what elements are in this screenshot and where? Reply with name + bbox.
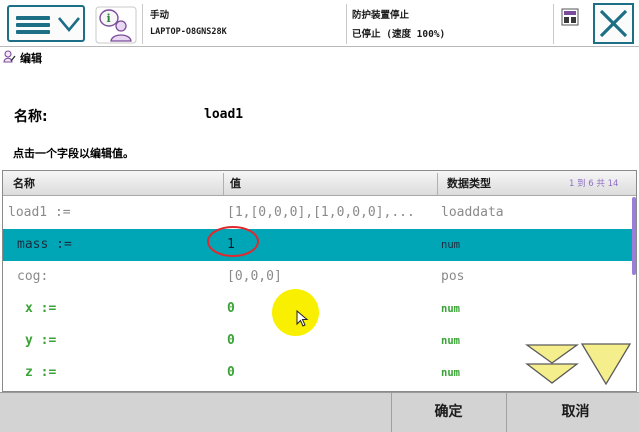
run-status[interactable]: 防护装置停止 已停止 (速度 100%) [350,0,550,47]
row-value-cell[interactable]: 0 [227,301,235,316]
operating-status[interactable]: 手动 LAPTOP-O8GNS28K [146,0,346,47]
system-status-icon[interactable] [561,8,579,26]
row-value-cell[interactable]: 0 [227,365,235,380]
instruction-text: 点击一个字段以编辑值。 [13,147,134,160]
user-info-icon[interactable]: i [94,5,138,45]
operating-mode: 手动 [150,10,170,21]
table-header: 名称 值 数据类型 1 到 6 共 14 [3,171,636,196]
column-header-value[interactable]: 值 [230,175,241,191]
row-name-cell: cog: [17,269,49,284]
highlight-circle [207,226,259,257]
row-type-cell: num [441,335,460,347]
ok-button[interactable]: 确定 [391,393,506,432]
controller-name: LAPTOP-O8GNS28K [150,27,227,37]
row-value-cell[interactable]: [0,0,0] [227,269,282,284]
row-name-cell: mass := [17,237,72,252]
column-header-name[interactable]: 名称 [13,175,35,191]
status-divider [346,4,347,44]
row-type-cell: pos [441,269,465,284]
chevron-down-icon [58,17,80,33]
edit-icon [3,50,16,63]
safety-status: 防护装置停止 [352,10,410,21]
column-separator [437,173,438,195]
row-value-cell[interactable]: [1,[0,0,0],[1,0,0,0],... [227,205,415,220]
column-header-type[interactable]: 数据类型 [447,175,491,191]
footer-bar: 确定 取消 [0,392,639,432]
scroll-down-icon[interactable] [524,342,580,386]
table-row[interactable]: x := 0 num [3,293,636,325]
scroll-to-bottom-icon[interactable] [579,341,633,387]
row-value-cell[interactable]: 0 [227,333,235,348]
scrollbar-thumb[interactable] [632,197,636,275]
column-separator [223,173,224,195]
variable-name: load1 [204,107,244,122]
footer-separator [506,393,507,432]
row-name-cell: y := [25,333,57,348]
row-name-cell: z := [25,365,57,380]
table-row[interactable]: mass := 1 num [3,229,636,261]
row-type-cell: num [441,367,460,379]
status-divider [142,4,143,44]
status-divider [553,4,554,44]
pager-info: 1 到 6 共 14 [569,179,619,189]
row-type-cell: num [441,303,460,315]
name-label: 名称: [14,109,48,125]
subheader-title: 编辑 [20,52,42,65]
run-state: 已停止 (速度 100%) [352,29,446,40]
close-button[interactable] [593,3,634,44]
top-bar: i 手动 LAPTOP-O8GNS28K 防护装置停止 已停止 (速度 100%… [0,0,639,47]
subheader: 编辑 [0,47,639,67]
row-type-cell: num [441,239,460,251]
close-icon [599,9,628,38]
row-type-cell: loaddata [441,205,504,220]
row-name-cell: x := [25,301,57,316]
cancel-button[interactable]: 取消 [518,393,633,432]
cursor-icon [296,310,309,327]
svg-text:i: i [107,12,111,25]
menu-icon [16,16,50,34]
row-name-cell: load1 := [8,205,71,220]
table-row[interactable]: cog: [0,0,0] pos [3,261,636,293]
table-row[interactable]: load1 := [1,[0,0,0],[1,0,0,0],... loaddata [3,197,636,229]
main-menu-button[interactable] [7,5,85,42]
